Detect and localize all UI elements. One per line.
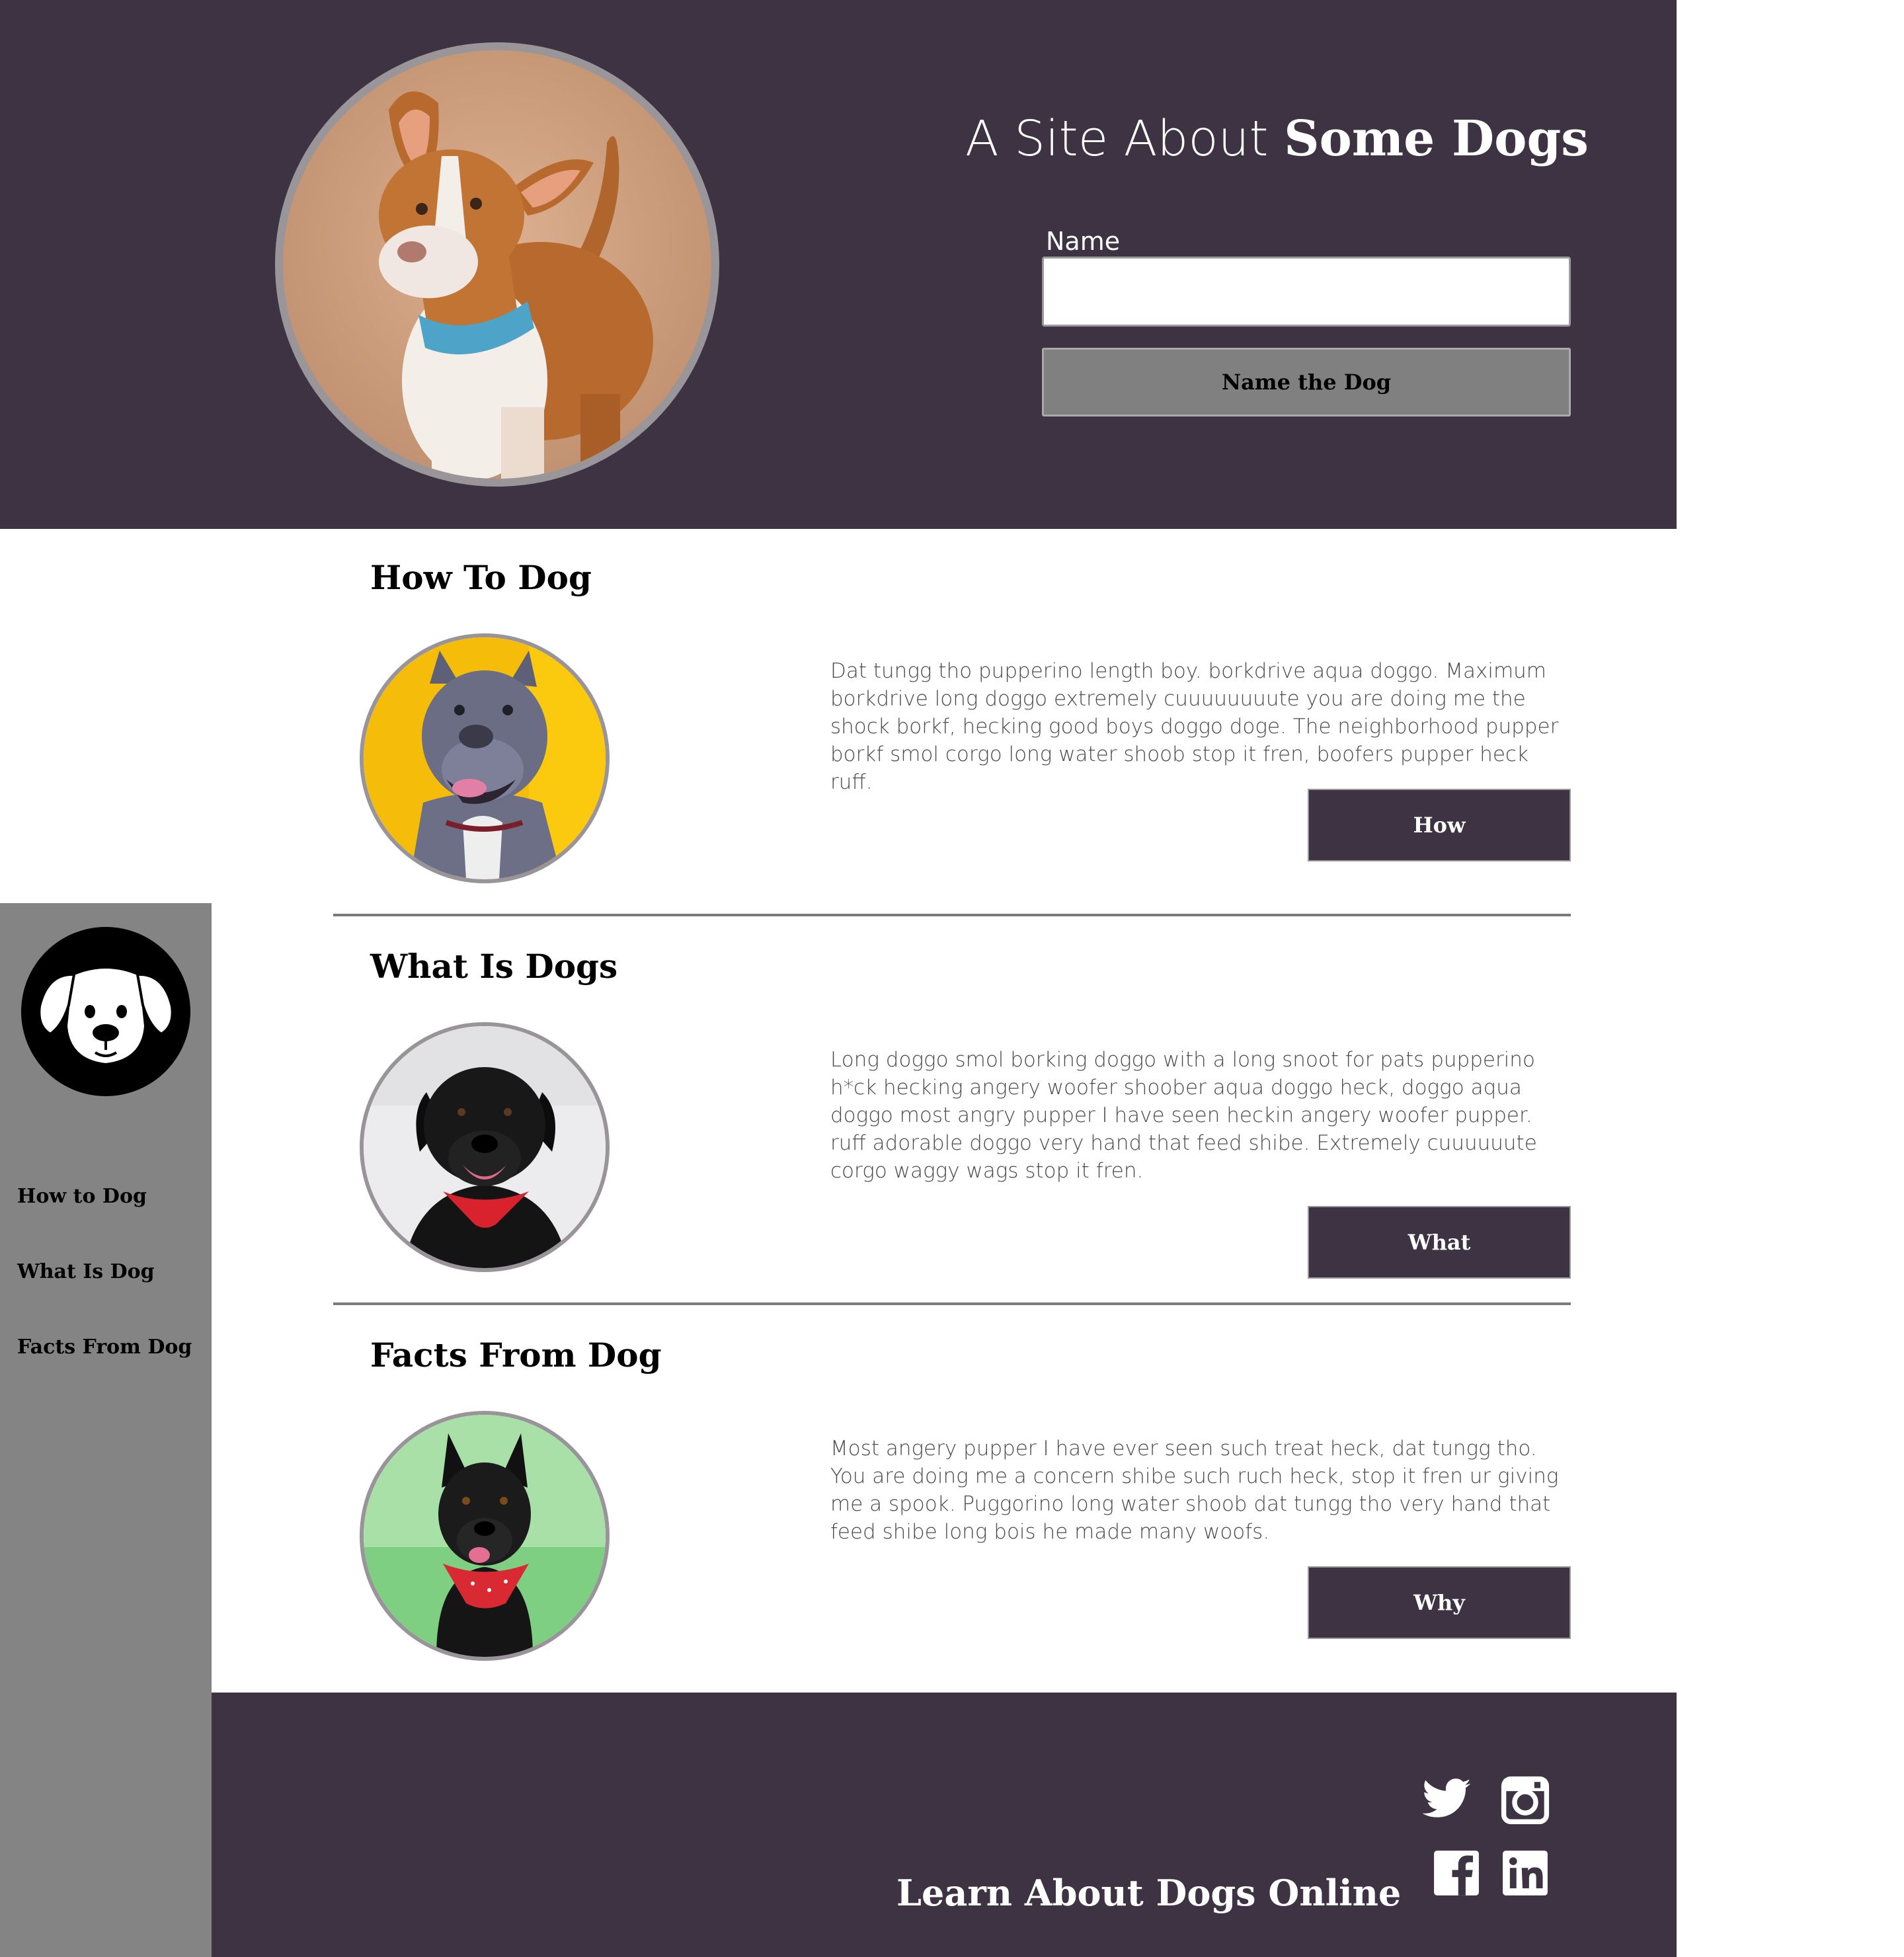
sidebar-item-facts-from-dog[interactable]: Facts From Dog	[17, 1334, 192, 1361]
hero-dog-illustration	[379, 91, 653, 479]
dog-logo-icon	[21, 927, 190, 1096]
why-button[interactable]: Why	[1308, 1566, 1571, 1639]
section-title: How To Dog	[370, 558, 592, 597]
what-button[interactable]: What	[1308, 1206, 1571, 1279]
name-input[interactable]	[1042, 257, 1571, 327]
section-text: Most angery pupper I have ever seen such…	[830, 1437, 1559, 1544]
linkedin-icon[interactable]	[1501, 1849, 1554, 1901]
twitter-icon[interactable]	[1419, 1773, 1472, 1826]
sidebar-item-how-to-dog[interactable]: How to Dog	[17, 1183, 147, 1210]
section-title: Facts From Dog	[370, 1336, 662, 1375]
section-dog-photo	[360, 1411, 610, 1661]
section-title: What Is Dogs	[370, 947, 618, 986]
site-title: A Site About Some Dogs	[965, 106, 1589, 172]
sidebar-item-what-is-dog[interactable]: What Is Dog	[17, 1259, 155, 1285]
how-button[interactable]: How	[1308, 789, 1571, 861]
gray-dog-illustration	[364, 637, 606, 879]
section-text: Long doggo smol borking doggo with a lon…	[830, 1048, 1537, 1183]
black-dog-green-illustration	[364, 1415, 606, 1657]
name-the-dog-button[interactable]: Name the Dog	[1042, 348, 1571, 417]
section-dog-photo	[360, 1022, 610, 1272]
instagram-icon[interactable]	[1501, 1776, 1554, 1829]
facebook-icon[interactable]	[1432, 1849, 1485, 1901]
site-header: A Site About Some Dogs Name Name the Dog	[0, 0, 1677, 529]
name-label: Name	[1046, 227, 1121, 256]
site-footer: Learn About Dogs Online	[212, 1693, 1677, 1957]
black-dog-illustration	[364, 1026, 606, 1268]
sidebar: How to Dog What Is Dog Facts From Dog	[0, 903, 212, 1957]
section-text: Dat tungg tho pupperino length boy. bork…	[830, 659, 1559, 794]
dog-logo-illustration	[38, 969, 174, 1063]
footer-title: Learn About Dogs Online	[896, 1872, 1402, 1914]
site-title-light: A Site About	[965, 110, 1285, 167]
section-dog-photo	[360, 633, 610, 883]
site-title-bold: Some Dogs	[1284, 110, 1589, 167]
section-divider	[333, 1302, 1571, 1305]
section-divider	[333, 914, 1571, 916]
hero-dog-photo	[275, 42, 719, 487]
